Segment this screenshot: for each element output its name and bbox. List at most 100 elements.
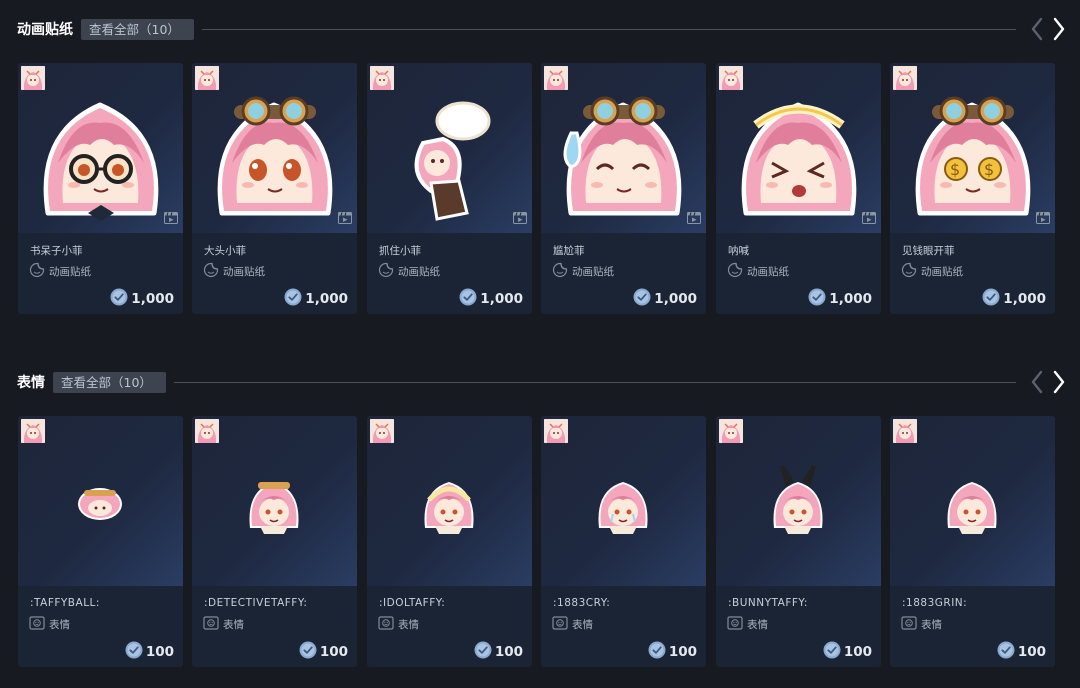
item-type-label: 表情	[572, 618, 593, 631]
chevron-right-icon	[1053, 17, 1065, 41]
item-type: 动画贴纸	[203, 262, 265, 279]
item-preview	[18, 63, 183, 233]
price-value: 100	[1017, 644, 1046, 660]
sticker-icon	[727, 262, 743, 281]
steam-points-coin-icon	[997, 641, 1015, 663]
steam-points-coin-icon	[823, 641, 841, 663]
app-icon	[544, 66, 568, 90]
price-value: 100	[145, 644, 174, 660]
emoticon-card[interactable]: :1883CRY: 表情 100	[541, 416, 706, 667]
item-preview	[367, 63, 532, 233]
item-type-label: 表情	[49, 618, 70, 631]
item-type: 表情	[29, 615, 70, 633]
item-price: 100	[125, 641, 174, 662]
item-type-label: 动画贴纸	[572, 265, 614, 278]
app-icon	[21, 419, 45, 443]
app-icon	[195, 419, 219, 443]
price-value: 1,000	[1003, 291, 1046, 307]
sticker-card[interactable]: 大头小菲 动画贴纸 1,000	[192, 63, 357, 314]
item-type: 表情	[203, 615, 244, 632]
steam-points-coin-icon	[474, 641, 492, 663]
prev-button[interactable]	[1026, 369, 1048, 395]
item-price: 100	[648, 641, 697, 663]
item-preview	[541, 416, 706, 586]
emoticon-card[interactable]: :TAFFYBALL: 表情 100	[18, 416, 183, 667]
view-all-button[interactable]: 查看全部（10）	[81, 18, 194, 40]
item-carousel: :TAFFYBALL: 表情 100:DETECTIVETAFFY: 表情 100:ID…	[18, 416, 1068, 668]
item-preview	[716, 63, 881, 233]
item-preview	[541, 63, 706, 233]
emoticon-card[interactable]: :BUNNYTAFFY: 表情 100	[716, 416, 881, 667]
price-value: 100	[843, 644, 872, 660]
item-price: 100	[474, 641, 523, 663]
view-all-button[interactable]: 查看全部（10）	[53, 371, 166, 393]
item-type: 表情	[378, 615, 419, 632]
price-value: 1,000	[131, 291, 174, 307]
item-type-label: 表情	[223, 618, 244, 631]
item-preview	[890, 416, 1055, 586]
section-header: 表情 查看全部（10）	[17, 370, 1070, 394]
emoticon-icon	[901, 615, 917, 633]
divider	[201, 28, 1016, 30]
sticker-card[interactable]: 呐喊动画贴纸 1,000	[716, 63, 881, 314]
item-price: 1,000	[284, 288, 348, 309]
emoticon-card[interactable]: :IDOLTAFFY: 表情 100	[367, 416, 532, 667]
section-title: 表情	[17, 375, 45, 391]
app-icon	[370, 419, 394, 443]
item-type-label: 动画贴纸	[747, 265, 789, 278]
item-name: 呐喊	[728, 245, 749, 257]
film-icon	[862, 209, 876, 228]
price-value: 100	[319, 644, 348, 660]
steam-points-coin-icon	[982, 288, 1000, 310]
film-icon	[338, 209, 352, 228]
item-price: 100	[997, 641, 1046, 663]
emoticon-icon	[29, 615, 45, 633]
steam-points-coin-icon	[633, 288, 651, 310]
price-value: 100	[494, 644, 523, 660]
item-name: 尴尬菲	[553, 245, 585, 257]
item-price: 1,000	[982, 288, 1046, 310]
item-type: 表情	[727, 615, 768, 632]
app-icon	[719, 66, 743, 90]
item-type-label: 动画贴纸	[398, 265, 440, 278]
prev-button[interactable]	[1026, 16, 1048, 42]
section-title: 动画贴纸	[17, 22, 73, 38]
item-preview	[367, 416, 532, 586]
item-preview	[192, 63, 357, 233]
item-type-label: 表情	[921, 618, 942, 631]
item-carousel: 书呆子小菲 动画贴纸 1,000 大头小菲 动画贴纸 1,000 抓住小菲 动画贴纸 1,000…	[18, 63, 1068, 315]
emoticon-card[interactable]: :1883GRIN: 表情 100	[890, 416, 1055, 667]
item-preview	[18, 416, 183, 586]
divider	[173, 381, 1016, 383]
item-name: 见钱眼开菲	[902, 245, 955, 257]
item-name: :BUNNYTAFFY:	[728, 597, 808, 609]
svg-text:$: $	[950, 160, 960, 179]
steam-points-coin-icon	[808, 288, 826, 310]
sticker-card[interactable]: 尴尬菲动画贴纸 1,000	[541, 63, 706, 314]
sticker-icon	[901, 262, 917, 281]
app-icon	[719, 419, 743, 443]
next-button[interactable]	[1048, 369, 1070, 395]
app-icon	[893, 66, 917, 90]
item-type-label: 动画贴纸	[921, 265, 963, 278]
item-type: 动画贴纸	[901, 262, 963, 281]
item-name: 书呆子小菲	[30, 245, 83, 257]
emoticons-section: 表情 查看全部（10） :TAFFYBALL: 表情 100:DETECTIVETA…	[0, 354, 1080, 688]
sticker-card[interactable]: 抓住小菲 动画贴纸 1,000	[367, 63, 532, 314]
item-preview	[192, 416, 357, 586]
sticker-card[interactable]: 书呆子小菲 动画贴纸 1,000	[18, 63, 183, 314]
app-icon	[893, 419, 917, 443]
price-value: 1,000	[305, 291, 348, 307]
steam-points-coin-icon	[648, 641, 666, 663]
price-value: 1,000	[654, 291, 697, 307]
item-price: 1,000	[633, 288, 697, 310]
emoticon-card[interactable]: :DETECTIVETAFFY: 表情 100	[192, 416, 357, 667]
sticker-card[interactable]: $ $ 见钱眼开菲 动画贴纸 1,000	[890, 63, 1055, 314]
item-type: 动画贴纸	[378, 262, 440, 279]
animated-stickers-section: 动画贴纸 查看全部（10） 书呆子小菲 动画贴纸 1,000 大头小菲 动画贴纸 1,00…	[0, 0, 1080, 330]
item-type: 动画贴纸	[727, 262, 789, 281]
item-type: 表情	[901, 615, 942, 633]
next-button[interactable]	[1048, 16, 1070, 42]
app-icon	[370, 66, 394, 90]
price-value: 1,000	[829, 291, 872, 307]
